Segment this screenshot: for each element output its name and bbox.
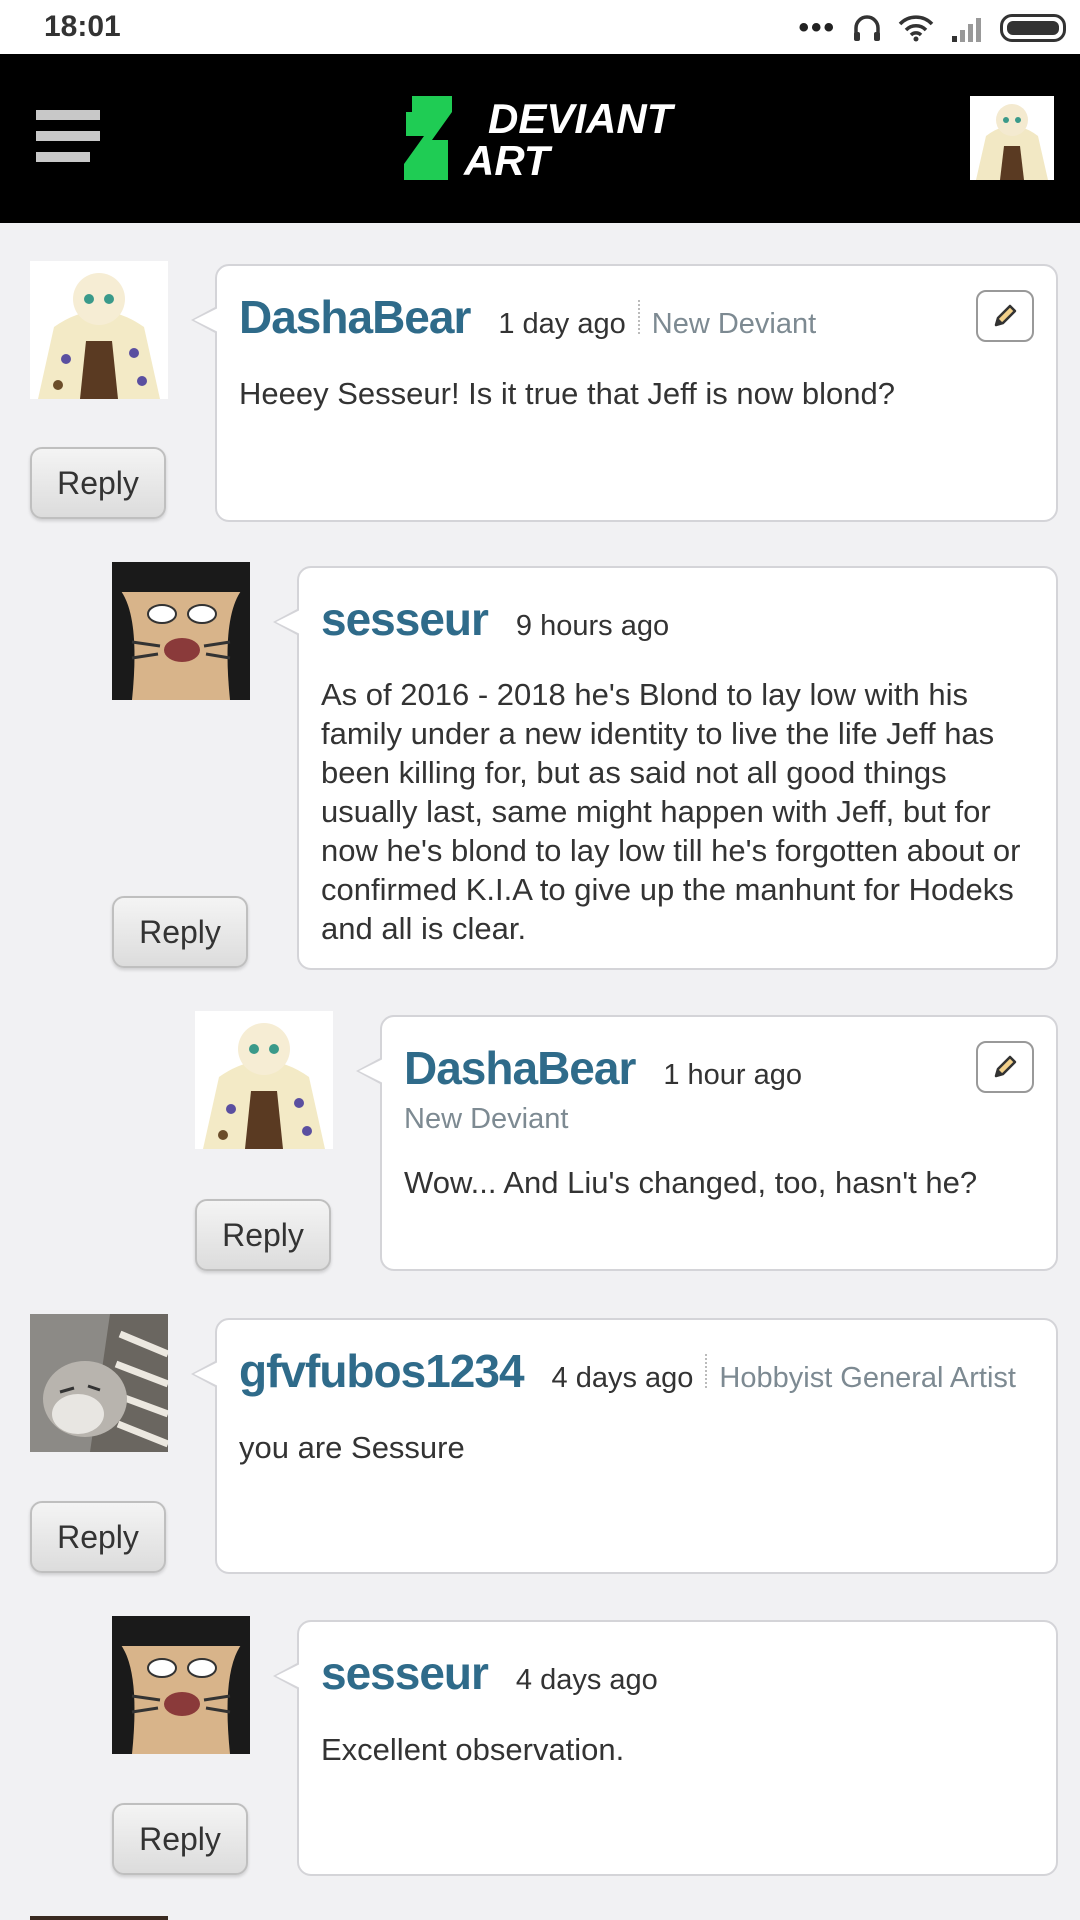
avatar[interactable] [112, 562, 250, 700]
deviantart-logo-icon [404, 96, 452, 180]
edit-button[interactable] [976, 290, 1034, 342]
comment-time[interactable]: 4 days ago [516, 1664, 658, 1697]
avatar[interactable] [195, 1011, 333, 1149]
comment-text: Heeey Sesseur! Is it true that Jeff is n… [239, 376, 895, 411]
status-bar: 18:01 ••• [0, 0, 1080, 54]
menu-icon[interactable] [36, 110, 100, 162]
pencil-icon [994, 304, 1017, 327]
comment-rank: New Deviant [651, 308, 817, 340]
more-dots-icon: ••• [798, 11, 836, 44]
reply-button[interactable]: Reply [195, 1199, 331, 1271]
deviantart-logo[interactable]: DEVIANT ART [402, 94, 722, 184]
meta-divider [705, 1354, 708, 1388]
battery-icon [1000, 14, 1066, 42]
comment-bubble: DashaBear 1 day ago New Deviant Heeey Se… [191, 264, 1058, 522]
reply-button[interactable]: Reply [30, 1501, 166, 1573]
reply-button[interactable]: Reply [112, 896, 248, 968]
avatar[interactable] [30, 1916, 168, 1920]
comment-bubble: sesseur 4 days ago Excellent observation… [273, 1620, 1058, 1876]
comment-text: Wow... And Liu's changed, too, hasn't he… [404, 1165, 978, 1200]
reply-button[interactable]: Reply [30, 447, 166, 519]
status-time: 18:01 [44, 10, 121, 43]
comment-time[interactable]: 1 day ago [498, 308, 625, 341]
comment-time[interactable]: 4 days ago [552, 1362, 694, 1395]
comment-rank: New Deviant [404, 1103, 569, 1135]
signal-icon [952, 18, 981, 42]
comment-text: As of 2016 - 2018 he's Blond to lay low … [321, 677, 1021, 946]
meta-divider [637, 300, 640, 334]
comment-time[interactable]: 1 hour ago [663, 1059, 802, 1092]
user-avatar[interactable] [970, 96, 1054, 180]
avatar[interactable] [30, 261, 168, 399]
headphones-icon [854, 15, 880, 41]
comment-username[interactable]: gfvfubos1234 [239, 1344, 525, 1398]
app-header: DEVIANT ART [0, 54, 1080, 223]
reply-button[interactable]: Reply [112, 1803, 248, 1875]
comment-username[interactable]: DashaBear [239, 290, 471, 344]
logo-word-2: ART [464, 137, 550, 184]
comment-text: you are Sessure [239, 1430, 465, 1465]
edit-button[interactable] [976, 1041, 1034, 1093]
logo-word-1: DEVIANT [488, 95, 673, 142]
comment-time[interactable]: 9 hours ago [516, 610, 669, 643]
comment-rank: Hobbyist General Artist [719, 1362, 1016, 1394]
comment-text: Excellent observation. [321, 1732, 625, 1767]
comment-username[interactable]: sesseur [321, 592, 489, 646]
pencil-icon [994, 1055, 1017, 1078]
comment-bubble: sesseur 9 hours ago As of 2016 - 2018 he… [273, 566, 1058, 970]
avatar[interactable] [30, 1314, 168, 1452]
wifi-icon [898, 15, 934, 42]
comment-username[interactable]: sesseur [321, 1646, 489, 1700]
comment-bubble: gfvfubos1234 4 days ago Hobbyist General… [191, 1318, 1058, 1574]
comment-username[interactable]: DashaBear [404, 1041, 636, 1095]
comment-bubble: DashaBear 1 hour ago New Deviant Wow... … [356, 1015, 1058, 1271]
avatar[interactable] [112, 1616, 250, 1754]
